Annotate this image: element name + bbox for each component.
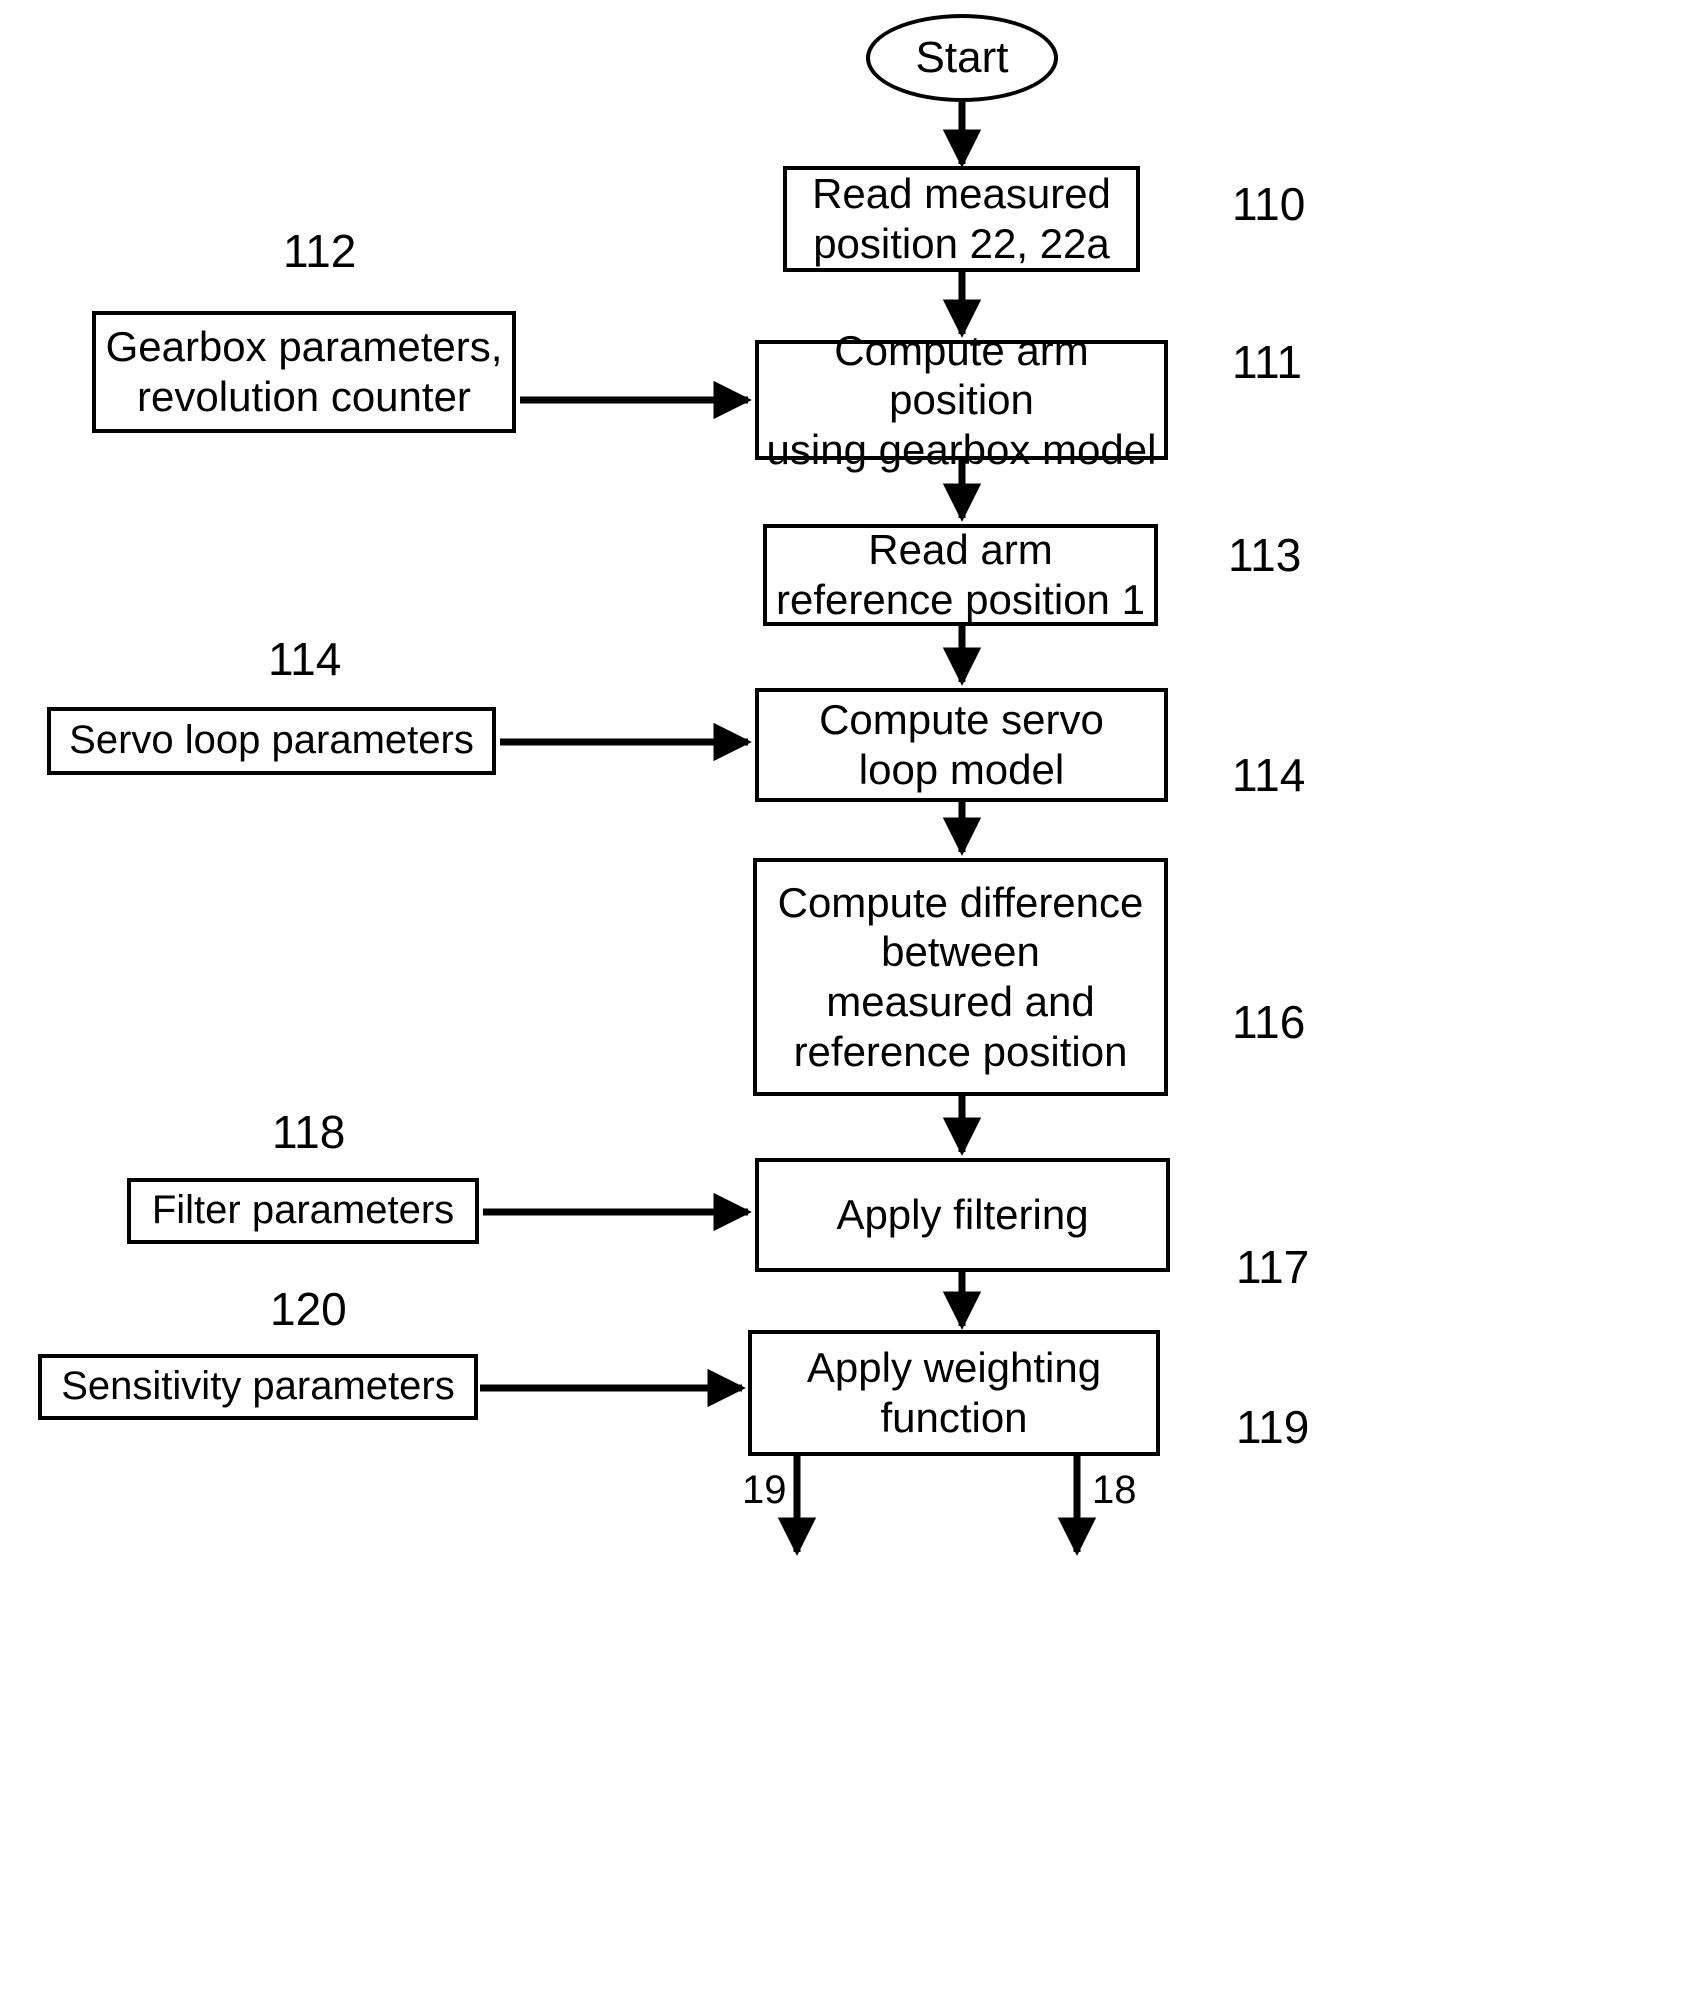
process-node-read-arm-reference-position: Read arm reference position 1 xyxy=(763,524,1158,626)
exit-label-19: 19 xyxy=(742,1468,787,1512)
input-node-gearbox-parameters: Gearbox parameters, revolution counter xyxy=(92,311,516,433)
reference-number-118: 118 xyxy=(272,1106,346,1158)
reference-number-114: 114 xyxy=(1232,749,1306,801)
process-node-apply-weighting-function: Apply weighting function xyxy=(748,1330,1160,1456)
process-node-read-measured-position: Read measured position 22, 22a xyxy=(783,166,1140,272)
reference-number-112: 112 xyxy=(283,225,357,277)
process-node-compute-arm-position: Compute arm position using gearbox model xyxy=(755,327,1168,473)
process-node-label: Compute servo loop model xyxy=(819,696,1104,793)
process-node-label: Apply filtering xyxy=(836,1191,1089,1239)
input-node-label: Gearbox parameters, revolution counter xyxy=(105,323,503,420)
start-terminator: Start xyxy=(866,14,1058,102)
process-node-label: Compute difference between measured and … xyxy=(777,878,1144,1075)
start-label: Start xyxy=(915,33,1009,82)
process-node-compute-difference: Compute difference between measured and … xyxy=(753,858,1168,1096)
process-node-label: Read measured position 22, 22a xyxy=(812,170,1111,267)
reference-number-116: 116 xyxy=(1232,996,1306,1048)
process-node-apply-filtering: Apply filtering xyxy=(755,1158,1170,1272)
process-node-label: Apply weighting function xyxy=(806,1344,1102,1441)
reference-number-120: 120 xyxy=(270,1283,347,1335)
reference-number-114-input: 114 xyxy=(268,633,342,685)
input-node-sensitivity-parameters: Sensitivity parameters xyxy=(38,1354,478,1420)
reference-number-110: 110 xyxy=(1232,178,1306,230)
input-node-filter-parameters: Filter parameters xyxy=(127,1178,479,1244)
input-node-label: Servo loop parameters xyxy=(69,718,474,763)
process-node-label: Read arm reference position 1 xyxy=(776,526,1145,623)
input-node-label: Filter parameters xyxy=(151,1188,455,1233)
reference-number-113: 113 xyxy=(1228,529,1302,581)
process-node-compute-servo-loop-model: Compute servo loop model xyxy=(755,688,1168,802)
process-node-label: Compute arm position using gearbox model xyxy=(766,326,1157,473)
flowchart-canvas: Start Read measured position 22, 22a Com… xyxy=(0,0,1689,2001)
reference-number-119: 119 xyxy=(1236,1401,1310,1453)
reference-number-117: 117 xyxy=(1236,1241,1310,1293)
input-node-label: Sensitivity parameters xyxy=(61,1364,455,1409)
input-node-servo-loop-parameters: Servo loop parameters xyxy=(47,707,496,775)
exit-label-18: 18 xyxy=(1092,1468,1137,1512)
reference-number-111: 111 xyxy=(1232,336,1302,388)
